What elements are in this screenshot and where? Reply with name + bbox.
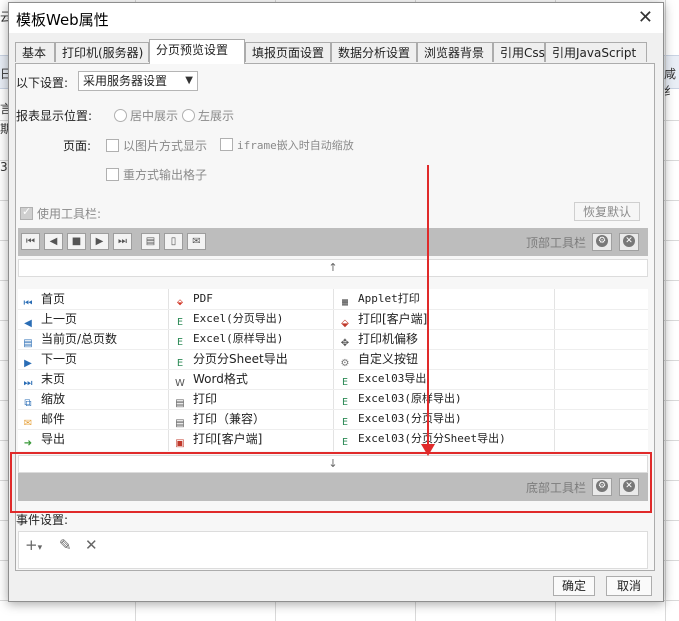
dialog-titlebar: 模板Web属性 ✕ xyxy=(9,3,663,33)
list-item-excel03-original[interactable]: E Excel03(原样导出) xyxy=(338,389,462,409)
tab-browser-background[interactable]: 浏览器背景 xyxy=(417,42,493,62)
list-item-export[interactable]: ➜ 导出 xyxy=(21,429,65,449)
list-item-next-page[interactable]: ▶ 下一页 xyxy=(21,349,77,369)
excel-icon: E xyxy=(341,377,349,388)
list-item-print[interactable]: ▤ 打印 xyxy=(173,389,217,409)
list-item-prev-page[interactable]: ◀ 上一页 xyxy=(21,309,77,329)
list-item-mail[interactable]: ✉ 邮件 xyxy=(21,409,65,429)
settings-select-value: 采用服务器设置 xyxy=(83,74,168,88)
chevron-down-icon: ▼ xyxy=(185,75,193,86)
list-item-printer-offset[interactable]: ✥ 打印机偏移 xyxy=(338,329,418,349)
export-icon: ➜ xyxy=(23,438,33,449)
event-settings-area: +▾ ✎ ✕ xyxy=(18,531,648,569)
remove-icon[interactable]: ✕ xyxy=(619,233,639,251)
list-item-page-count[interactable]: ▤ 当前页/总页数 xyxy=(21,329,117,349)
excel-icon: E xyxy=(341,397,349,408)
list-item-last-page[interactable]: ⏭ 末页 xyxy=(21,369,66,389)
settings-select[interactable]: 采用服务器设置 ▼ xyxy=(78,71,198,91)
print-icon[interactable]: ▤ xyxy=(141,233,160,250)
dialog-title: 模板Web属性 xyxy=(16,11,109,29)
tab-css[interactable]: 引用Css xyxy=(493,42,545,62)
list-item-print-client-2[interactable]: ⬙ 打印[客户端] xyxy=(338,309,427,329)
radio-left[interactable]: 左展示 xyxy=(182,107,234,124)
print-client-icon: ▣ xyxy=(175,438,185,449)
ok-button[interactable]: 确定 xyxy=(553,576,595,596)
restore-default-button[interactable]: 恢复默认 xyxy=(574,202,640,221)
list-item-print-compat[interactable]: ▤ 打印（兼容） xyxy=(173,409,265,429)
list-item-excel03-export[interactable]: E Excel03导出 xyxy=(338,369,426,389)
toolbar-button-list: ⏮ 首页 ◀ 上一页 ▤ 当前页/总页数 ▶ 下一页 ⏭ 末页 ⧉ 缩放 ✉ 邮件 ➜ 导出 ⬙… xyxy=(18,289,648,451)
list-item-zoom[interactable]: ⧉ 缩放 xyxy=(21,389,65,409)
list-item-applet-print[interactable]: ▦ Applet打印 xyxy=(338,289,420,309)
list-item-word[interactable]: W Word格式 xyxy=(173,369,248,389)
tab-javascript[interactable]: 引用JavaScript xyxy=(545,42,647,62)
export-icon[interactable]: ▯ xyxy=(164,233,183,250)
list-item-sheet-export[interactable]: E 分页分Sheet导出 xyxy=(173,349,288,369)
tab-basic[interactable]: 基本 xyxy=(15,42,55,62)
list-item-excel03-paged[interactable]: E Excel03(分页导出) xyxy=(338,409,462,429)
top-toolbar: ⏮ ◀ ■ ▶ ⏭ ▤ ▯ ✉ 顶部工具栏 ⚙ ✕ xyxy=(18,228,648,256)
cancel-button[interactable]: 取消 xyxy=(606,576,652,596)
page-label: 页面: xyxy=(63,139,92,153)
excel-icon: E xyxy=(176,337,184,348)
list-item-first-page[interactable]: ⏮ 首页 xyxy=(21,289,66,309)
delete-icon[interactable]: ✕ xyxy=(85,536,98,554)
mail-icon[interactable]: ✉ xyxy=(187,233,206,250)
up-arrow-strip: ↑ xyxy=(18,259,648,277)
stop-icon[interactable]: ■ xyxy=(67,233,86,250)
tab-fill-page[interactable]: 填报页面设置 xyxy=(245,42,331,62)
checkbox-use-toolbar[interactable]: 使用工具栏: xyxy=(20,205,101,222)
settings-label: 以下设置: xyxy=(16,76,69,90)
list-item-excel-paged[interactable]: E Excel(分页导出) xyxy=(173,309,283,329)
bg-fragment: 咸纟 xyxy=(664,67,677,98)
first-page-icon[interactable]: ⏮ xyxy=(21,233,40,250)
add-icon[interactable]: +▾ xyxy=(25,536,42,554)
prev-page-icon[interactable]: ◀ xyxy=(44,233,63,250)
annotation-highlight-box xyxy=(10,452,652,513)
arrow-up-icon: ↑ xyxy=(328,261,338,274)
excel-icon: E xyxy=(341,417,349,428)
next-page-icon[interactable]: ▶ xyxy=(90,233,109,250)
list-item-print-client[interactable]: ▣ 打印[客户端] xyxy=(173,429,262,449)
excel-icon: E xyxy=(176,317,184,328)
close-icon[interactable]: ✕ xyxy=(638,7,653,28)
tab-paging-preview[interactable]: 分页预览设置 xyxy=(149,39,245,64)
checkbox-reprint-cells[interactable]: 重方式输出格子 xyxy=(106,166,207,183)
list-item-custom-button[interactable]: ⚙ 自定义按钮 xyxy=(338,349,419,369)
annotation-arrow-line xyxy=(427,165,429,450)
list-item-pdf[interactable]: ⬙ PDF xyxy=(173,289,213,309)
radio-center[interactable]: 居中展示 xyxy=(114,107,178,124)
top-toolbar-label: 顶部工具栏 xyxy=(526,236,587,250)
gear-icon[interactable]: ⚙ xyxy=(592,233,612,251)
excel-icon: E xyxy=(341,437,349,448)
checkbox-iframe-autoscale[interactable]: iframe嵌入时自动缩放 xyxy=(220,137,354,153)
edit-icon[interactable]: ✎ xyxy=(59,536,72,554)
tab-data-analysis[interactable]: 数据分析设置 xyxy=(331,42,417,62)
last-page-icon[interactable]: ⏭ xyxy=(113,233,132,250)
events-label: 事件设置: xyxy=(16,513,69,527)
checkbox-image-display[interactable]: 以图片方式显示 xyxy=(106,137,207,154)
applet-icon: ▦ xyxy=(341,297,349,308)
report-position-label: 报表显示位置: xyxy=(16,109,93,123)
pdf-icon: ⬙ xyxy=(176,297,184,308)
list-item-excel-original[interactable]: E Excel(原样导出) xyxy=(173,329,283,349)
tab-printer-server[interactable]: 打印机(服务器) xyxy=(55,42,149,62)
